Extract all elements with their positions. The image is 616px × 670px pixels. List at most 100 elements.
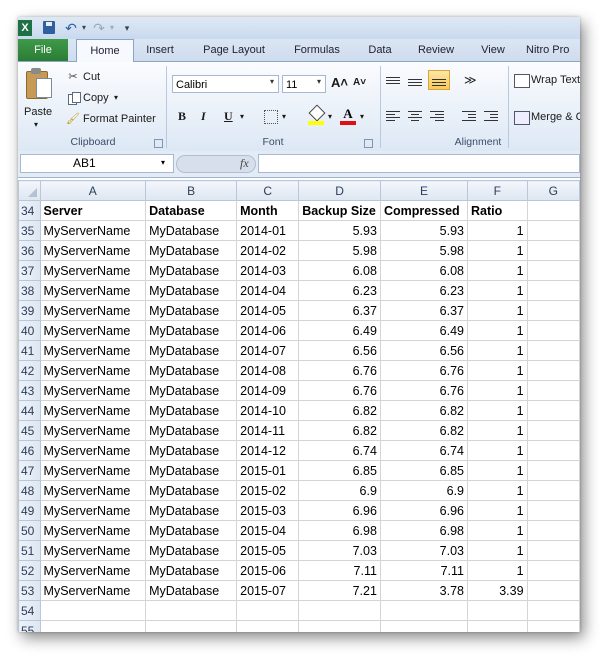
copy-dropdown-icon[interactable]: ▾ [114,93,118,102]
column-header[interactable]: A [39,180,147,201]
cell-database[interactable]: MyDatabase [145,240,238,261]
column-header[interactable]: G [526,180,580,201]
cell-server[interactable]: MyServerName [39,580,147,601]
cell-compressed[interactable]: 6.37 [379,300,469,321]
cell-ratio[interactable]: 1 [467,480,528,501]
row-header[interactable]: 40 [18,320,41,341]
cell[interactable] [526,560,580,581]
cell-compressed[interactable]: 6.23 [379,280,469,301]
cell-compressed[interactable]: 3.78 [379,580,469,601]
save-icon[interactable] [42,20,56,36]
align-right-icon[interactable] [430,111,444,123]
cell-ratio[interactable]: 1 [467,260,528,281]
cell-database[interactable]: MyDatabase [145,500,238,521]
row-header[interactable]: 54 [18,600,41,621]
cell-backup[interactable]: 6.08 [298,260,381,281]
tab-home[interactable]: Home [76,39,134,63]
clipboard-launcher-icon[interactable] [154,139,163,148]
align-bottom-icon[interactable] [428,70,450,90]
customize-toolbar-icon[interactable]: ▾ [122,20,132,36]
cell-month[interactable]: 2014-10 [236,400,300,421]
cell-month[interactable]: 2015-07 [236,580,300,601]
cell[interactable] [526,520,580,541]
cell-ratio[interactable]: 1 [467,440,528,461]
undo-icon[interactable]: ↶ [64,20,78,36]
cell[interactable] [236,620,300,632]
cell-database[interactable]: MyDatabase [145,440,238,461]
cell-backup[interactable]: 6.37 [298,300,381,321]
cell-server[interactable]: MyServerName [39,260,147,281]
tab-view[interactable]: View [472,39,514,61]
row-header[interactable]: 55 [18,620,41,632]
cell-database[interactable]: MyDatabase [145,320,238,341]
cell-server[interactable]: MyServerName [39,560,147,581]
cell[interactable] [526,620,580,632]
cell-month[interactable]: 2014-02 [236,240,300,261]
cell-backup[interactable]: 6.56 [298,340,381,361]
cell-month[interactable]: 2014-09 [236,380,300,401]
cell-ratio[interactable]: 1 [467,220,528,241]
align-top-icon[interactable] [386,76,400,88]
underline-button[interactable]: U [224,109,233,124]
cell-server[interactable]: MyServerName [39,480,147,501]
cell[interactable] [526,420,580,441]
cell-backup[interactable]: 5.98 [298,240,381,261]
row-header[interactable]: 43 [18,380,41,401]
cell-backup[interactable]: 6.74 [298,440,381,461]
cell-compressed[interactable]: 6.82 [379,400,469,421]
align-middle-icon[interactable] [408,76,422,88]
cell-backup[interactable]: 6.23 [298,280,381,301]
cell-server[interactable]: MyServerName [39,280,147,301]
cell-ratio[interactable]: 1 [467,280,528,301]
font-color-icon[interactable]: A [340,106,356,126]
cut-button[interactable]: Cut [83,71,100,83]
cell-month[interactable]: 2014-11 [236,420,300,441]
cell-server[interactable]: MyServerName [39,220,147,241]
column-header[interactable]: B [145,180,238,201]
align-left-icon[interactable] [386,111,400,123]
copy-button[interactable]: Copy [83,92,109,104]
cell-month[interactable]: 2014-07 [236,340,300,361]
cell-ratio[interactable]: 1 [467,520,528,541]
cell[interactable] [467,620,528,632]
cell-compressed[interactable]: 6.96 [379,500,469,521]
cell-server[interactable]: MyServerName [39,420,147,441]
column-header[interactable]: D [298,180,381,201]
tab-insert[interactable]: Insert [136,39,184,61]
cell[interactable] [526,460,580,481]
cell[interactable] [526,580,580,601]
cell-database[interactable]: MyDatabase [145,340,238,361]
cell[interactable]: Database [145,200,238,221]
row-header[interactable]: 49 [18,500,41,521]
cell-backup[interactable]: 6.82 [298,400,381,421]
cell-month[interactable]: 2014-01 [236,220,300,241]
excel-logo-icon[interactable]: X [18,20,32,36]
cell-server[interactable]: MyServerName [39,540,147,561]
tab-data[interactable]: Data [360,39,400,61]
cell-month[interactable]: 2014-12 [236,440,300,461]
cell[interactable] [526,440,580,461]
cell[interactable] [526,240,580,261]
cell[interactable] [298,600,381,621]
row-header[interactable]: 51 [18,540,41,561]
cell[interactable]: Compressed [379,200,469,221]
cell-database[interactable]: MyDatabase [145,360,238,381]
undo-dropdown-icon[interactable]: ▾ [80,20,88,36]
cell[interactable] [526,400,580,421]
cell[interactable] [526,360,580,381]
fill-color-dropdown-icon[interactable]: ▾ [328,112,332,121]
cell-compressed[interactable]: 6.08 [379,260,469,281]
cell-compressed[interactable]: 6.49 [379,320,469,341]
borders-dropdown-icon[interactable]: ▾ [282,112,286,121]
cell-database[interactable]: MyDatabase [145,300,238,321]
insert-function-icon[interactable]: fx [240,156,249,171]
scissors-icon[interactable]: ✂ [66,71,80,84]
cell[interactable] [526,540,580,561]
fill-color-icon[interactable] [308,104,326,125]
row-header[interactable]: 44 [18,400,41,421]
row-header[interactable]: 48 [18,480,41,501]
cell-ratio[interactable]: 1 [467,500,528,521]
cell[interactable]: Server [39,200,147,221]
cell-month[interactable]: 2014-03 [236,260,300,281]
row-header[interactable]: 45 [18,420,41,441]
